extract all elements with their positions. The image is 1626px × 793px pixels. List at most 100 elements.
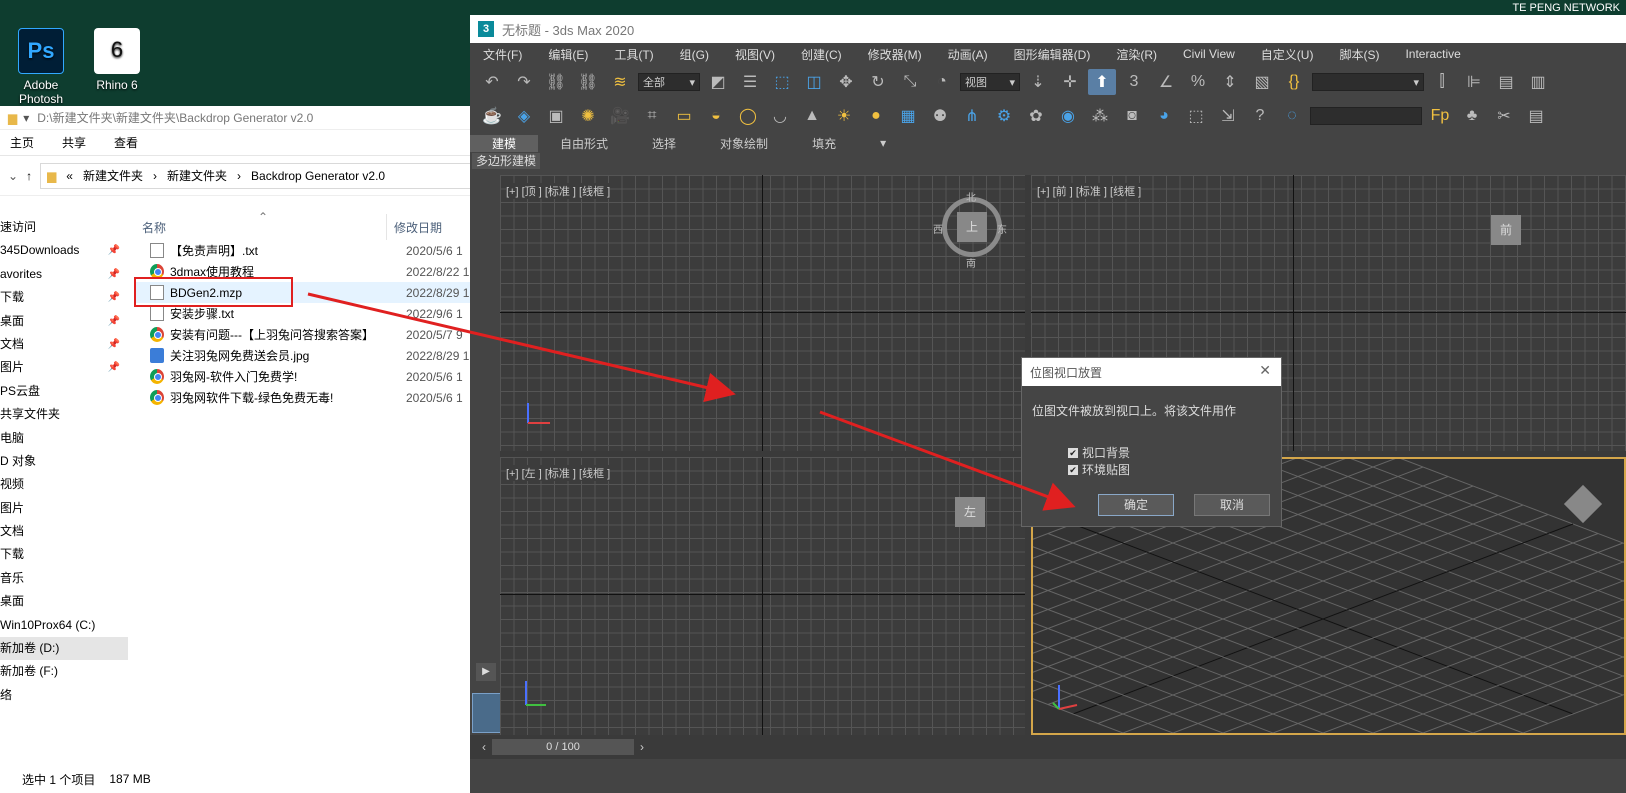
nav-item[interactable]: 音乐: [0, 567, 128, 590]
nav-item[interactable]: 图片: [0, 497, 128, 520]
select-by-name-icon[interactable]: ☰: [736, 69, 764, 95]
named-selection-dropdown[interactable]: ▾: [1312, 73, 1424, 91]
list-icon[interactable]: ▤: [1522, 103, 1550, 129]
play-icon[interactable]: ▶: [476, 663, 496, 681]
link-icon[interactable]: ⛓: [542, 69, 570, 95]
named-selection-sets-icon[interactable]: {}: [1280, 69, 1308, 95]
nav-item[interactable]: Win10Prox64 (C:): [0, 614, 128, 637]
viewcube[interactable]: 上: [957, 212, 987, 242]
nav-item[interactable]: 速访问: [0, 216, 128, 239]
menu-item[interactable]: Civil View: [1170, 47, 1248, 61]
bind-spacewarp-icon[interactable]: ≋: [606, 69, 634, 95]
nav-item[interactable]: 新加卷 (F:): [0, 660, 128, 683]
reference-coordinate-dropdown[interactable]: 视图 ▾: [960, 73, 1020, 91]
breadcrumb-item[interactable]: Backdrop Generator v2.0: [251, 169, 385, 183]
nav-item[interactable]: 下载: [0, 543, 128, 566]
ribbon-subtab-polygon-modeling[interactable]: 多边形建模: [472, 153, 541, 169]
desktop-icon-photoshop[interactable]: Ps Adobe Photosh: [6, 28, 76, 106]
window-crossing-icon[interactable]: ◫: [800, 69, 828, 95]
breadcrumb-item[interactable]: 新建文件夹: [167, 167, 227, 184]
menu-item[interactable]: 渲染(R): [1103, 46, 1170, 63]
mirror-icon[interactable]: ⫿: [1428, 69, 1456, 95]
nav-item[interactable]: avorites 📌: [0, 263, 128, 286]
rect-selection-icon[interactable]: ⬚: [768, 69, 796, 95]
select-object-icon[interactable]: ◩: [704, 69, 732, 95]
nav-item[interactable]: 视频: [0, 473, 128, 496]
render-activeshade-icon[interactable]: 🎥: [606, 103, 634, 129]
menu-item[interactable]: 视图(V): [722, 46, 788, 63]
ribbon-tab-modeling[interactable]: 建模: [470, 134, 539, 152]
nav-item[interactable]: D 对象: [0, 450, 128, 473]
plant-icon[interactable]: ✿: [1022, 103, 1050, 129]
rig-icon[interactable]: ⋔: [958, 103, 986, 129]
menu-item[interactable]: 图形编辑器(D): [1001, 46, 1104, 63]
render-icon[interactable]: ✺: [574, 103, 602, 129]
environment-map-checkbox[interactable]: ✔ 环境贴图: [1068, 461, 1130, 478]
rendered-frame-icon[interactable]: ▣: [542, 103, 570, 129]
nav-item[interactable]: 文档 📌: [0, 333, 128, 356]
file-row[interactable]: 关注羽兔网免费送会员.jpg 2022/8/29 1: [134, 345, 476, 366]
checkbox-check-icon[interactable]: ✔: [1068, 447, 1078, 458]
tools-icon[interactable]: ✂: [1490, 103, 1518, 129]
file-row[interactable]: 安装有问题---【上羽兔问答搜索答案】 2020/5/7 9: [134, 324, 476, 345]
viewcube[interactable]: 前: [1491, 215, 1521, 245]
menu-item[interactable]: 工具(T): [601, 46, 666, 63]
tree-icon[interactable]: ♣: [1458, 103, 1486, 129]
placement-icon[interactable]: ◔: [928, 69, 956, 95]
file-row[interactable]: 【免责声明】.txt 2020/5/6 1: [134, 240, 476, 261]
nav-item[interactable]: 新加卷 (D:): [0, 637, 128, 661]
edit-named-selection-icon[interactable]: ▧: [1248, 69, 1276, 95]
sphere-icon[interactable]: ◯: [734, 103, 762, 129]
cone-icon[interactable]: ▲: [798, 103, 826, 129]
breadcrumb-item[interactable]: 新建文件夹: [83, 167, 143, 184]
nav-item[interactable]: 络: [0, 684, 128, 707]
light-icon[interactable]: ●: [862, 103, 890, 129]
undo-icon[interactable]: ↶: [478, 69, 506, 95]
ok-button[interactable]: 确定: [1098, 494, 1174, 516]
layer-explorer-icon[interactable]: ▥: [1524, 69, 1552, 95]
checkbox-check-icon[interactable]: ✔: [1068, 464, 1078, 475]
bowl-icon[interactable]: ◡: [766, 103, 794, 129]
next-frame-icon[interactable]: ›: [640, 740, 644, 754]
nav-item[interactable]: PS云盘: [0, 380, 128, 403]
menu-item[interactable]: Interactive: [1392, 47, 1473, 61]
expand-icon[interactable]: ⌄: [8, 169, 18, 183]
ribbon-options-icon[interactable]: ▾: [858, 136, 908, 150]
viewport-label[interactable]: [+] [前 ] [标准 ] [线框 ]: [1037, 183, 1142, 199]
file-row[interactable]: 羽兔网-软件入门免费学! 2020/5/6 1: [134, 366, 476, 387]
ribbon-tab-freeform[interactable]: 自由形式: [538, 135, 630, 152]
viewport-top[interactable]: [+] [顶 ] [标准 ] [线框 ] 上 北 西 东 南: [500, 175, 1025, 451]
dotted-circle-icon[interactable]: ◌: [1278, 103, 1306, 129]
keyboard-shortcut-toggle-icon[interactable]: ⬆: [1088, 69, 1116, 95]
angle-snap-icon[interactable]: ∠: [1152, 69, 1180, 95]
up-arrow-icon[interactable]: ↑: [26, 169, 32, 183]
fp-icon[interactable]: Fp: [1426, 103, 1454, 129]
chevron-down-icon[interactable]: ▾: [23, 111, 29, 125]
spinner-snap-icon[interactable]: ⇕: [1216, 69, 1244, 95]
menu-item[interactable]: 修改器(M): [855, 46, 935, 63]
select-manipulate-icon[interactable]: ✛: [1056, 69, 1084, 95]
viewport-left[interactable]: [+] [左 ] [标准 ] [线框 ] 左: [500, 457, 1025, 735]
menu-item[interactable]: 创建(C): [788, 46, 855, 63]
file-row[interactable]: 羽兔网软件下载-绿色免费无毒! 2020/5/6 1: [134, 387, 476, 408]
quick-search-field[interactable]: [1310, 107, 1422, 125]
camera-icon[interactable]: ⌗: [638, 103, 666, 129]
viewport-label[interactable]: [+] [顶 ] [标准 ] [线框 ]: [506, 183, 611, 199]
snaps-toggle-icon[interactable]: 3: [1120, 69, 1148, 95]
pivot-center-icon[interactable]: ⇣: [1024, 69, 1052, 95]
desktop-icon-rhino[interactable]: 6 Rhino 6: [82, 28, 152, 92]
nav-item[interactable]: 图片 📌: [0, 356, 128, 379]
nav-item[interactable]: 桌面: [0, 590, 128, 613]
scene-explorer-icon[interactable]: ▤: [1492, 69, 1520, 95]
column-divider[interactable]: [386, 214, 387, 240]
render-setup-icon[interactable]: ◈: [510, 103, 538, 129]
viewport-render-icon[interactable]: ◕: [1150, 103, 1178, 129]
move-icon[interactable]: ✥: [832, 69, 860, 95]
sun-icon[interactable]: ☀: [830, 103, 858, 129]
help-icon[interactable]: ?: [1246, 103, 1274, 129]
nav-item[interactable]: 文档: [0, 520, 128, 543]
particle-icon[interactable]: ⚉: [926, 103, 954, 129]
breadcrumb-overflow[interactable]: «: [66, 169, 73, 183]
tab-share[interactable]: 共享: [62, 134, 86, 151]
scale-icon[interactable]: ⤡: [896, 69, 924, 95]
